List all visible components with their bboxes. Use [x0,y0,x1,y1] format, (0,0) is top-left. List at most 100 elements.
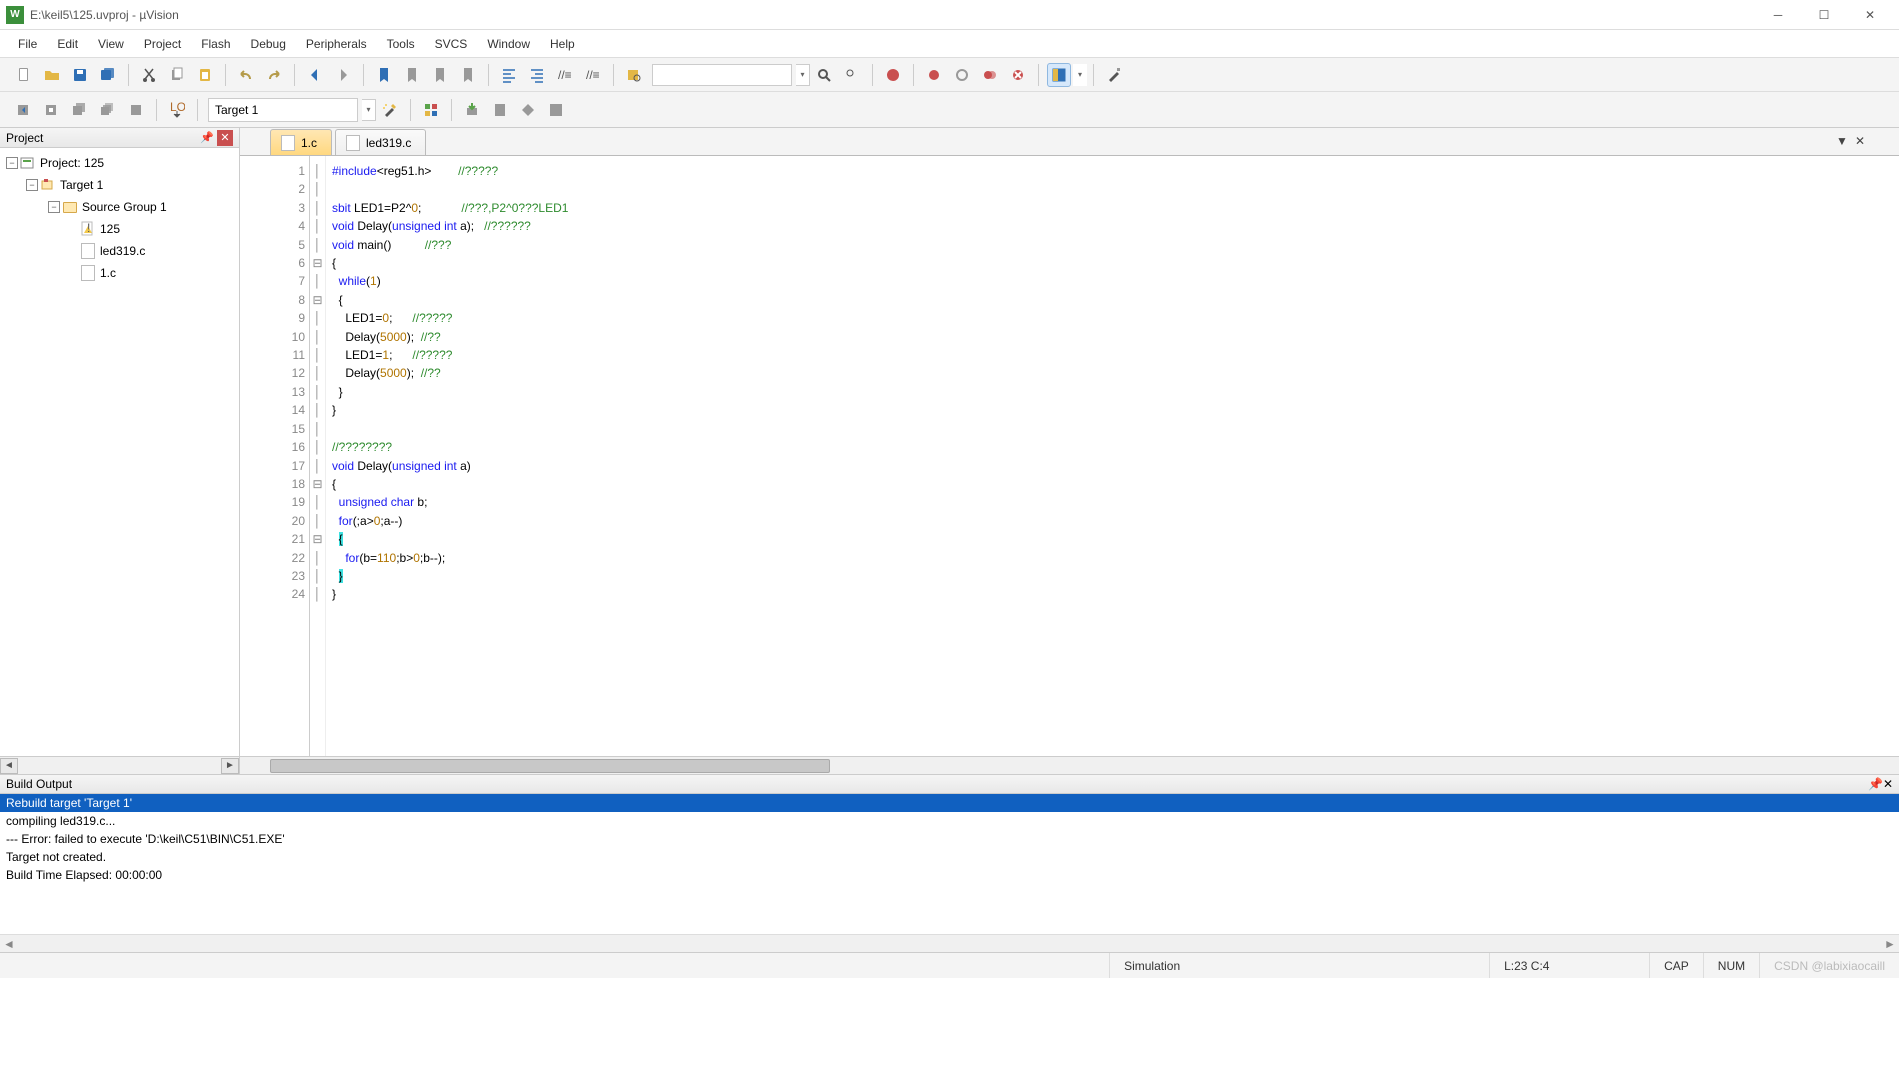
books-icon[interactable] [488,98,512,122]
indent-right-icon[interactable] [525,63,549,87]
project-hscroll[interactable]: ◄ ► [0,756,239,774]
menu-help[interactable]: Help [540,30,585,58]
tree-target[interactable]: − Target 1 [2,174,237,196]
menu-tools[interactable]: Tools [377,30,425,58]
source-text[interactable]: #include<reg51.h> //????? sbit LED1=P2^0… [326,156,1899,756]
menu-peripherals[interactable]: Peripherals [296,30,377,58]
select-software-icon[interactable] [544,98,568,122]
minimize-button[interactable]: ─ [1755,1,1801,29]
code-area[interactable]: 123456789101112131415161718192021222324 … [240,156,1899,756]
build-icon[interactable] [40,98,64,122]
title-bar: W E:\keil5\125.uvproj - µVision ─ ☐ ✕ [0,0,1899,30]
uncomment-icon[interactable]: //≡ [581,63,605,87]
scroll-left-icon[interactable]: ◄ [0,936,18,952]
menu-project[interactable]: Project [134,30,191,58]
rebuild-icon[interactable] [68,98,92,122]
menu-bar: FileEditViewProjectFlashDebugPeripherals… [0,30,1899,58]
nav-back-icon[interactable] [303,63,327,87]
tab-1c[interactable]: 1.c [270,129,332,155]
tree-project-root[interactable]: − Project: 125 [2,152,237,174]
bookmark-clear-icon[interactable] [456,63,480,87]
manage-rtos-icon[interactable] [516,98,540,122]
pin-icon[interactable]: 📌 [1868,777,1883,791]
indent-left-icon[interactable] [497,63,521,87]
expander-icon[interactable]: − [48,201,60,213]
tab-list-icon[interactable]: ▼ [1833,132,1851,150]
breakpoint-killall-icon[interactable] [1006,63,1030,87]
main-toolbar: //≡ //≡ ▾ ▾ [0,58,1899,92]
project-panel-header: Project 📌 ✕ [0,128,239,148]
copy-icon[interactable] [165,63,189,87]
menu-view[interactable]: View [88,30,134,58]
find-next-icon[interactable] [840,63,864,87]
translate-icon[interactable] [12,98,36,122]
scroll-thumb[interactable] [270,759,830,773]
save-icon[interactable] [68,63,92,87]
breakpoint-disable-icon[interactable] [950,63,974,87]
menu-debug[interactable]: Debug [241,30,296,58]
menu-window[interactable]: Window [477,30,540,58]
nav-fwd-icon[interactable] [331,63,355,87]
debug-start-icon[interactable] [881,63,905,87]
save-all-icon[interactable] [96,63,120,87]
tree-file[interactable]: ! 125 [2,218,237,240]
download-icon[interactable]: LOAD [165,98,189,122]
pack-install-icon[interactable] [460,98,484,122]
layout-dropdown-icon[interactable]: ▾ [1073,64,1087,86]
tree-file[interactable]: led319.c [2,240,237,262]
line-gutter: 123456789101112131415161718192021222324 [240,156,310,756]
expander-icon[interactable]: − [6,157,18,169]
window-title: E:\keil5\125.uvproj - µVision [30,8,179,22]
options-target-icon[interactable] [378,98,402,122]
build-output-text[interactable]: Rebuild target 'Target 1'compiling led31… [0,794,1899,934]
target-selector[interactable]: Target 1 [208,98,358,122]
build-output-hscroll[interactable]: ◄ ► [0,934,1899,952]
menu-flash[interactable]: Flash [191,30,240,58]
tab-led319c[interactable]: led319.c [335,129,426,155]
scroll-left-icon[interactable]: ◄ [0,758,18,774]
panel-close-icon[interactable]: ✕ [1883,777,1893,791]
expander-icon[interactable]: − [26,179,38,191]
bookmark-next-icon[interactable] [428,63,452,87]
pin-icon[interactable]: 📌 [199,130,215,146]
editor-hscroll[interactable] [240,756,1899,774]
menu-svcs[interactable]: SVCS [425,30,478,58]
window-layout-icon[interactable] [1047,63,1071,87]
find-dropdown-icon[interactable]: ▾ [796,64,810,86]
maximize-button[interactable]: ☐ [1801,1,1847,29]
tree-file[interactable]: 1.c [2,262,237,284]
bookmark-prev-icon[interactable] [400,63,424,87]
close-button[interactable]: ✕ [1847,1,1893,29]
menu-edit[interactable]: Edit [47,30,88,58]
find-icon[interactable] [812,63,836,87]
build-output-title: Build Output [6,777,72,791]
tab-close-icon[interactable]: ✕ [1851,132,1869,150]
configure-icon[interactable] [1102,63,1126,87]
breakpoint-insert-icon[interactable] [922,63,946,87]
cut-icon[interactable] [137,63,161,87]
open-folder-icon[interactable] [40,63,64,87]
tree-label: Target 1 [60,178,103,192]
tree-source-group[interactable]: − Source Group 1 [2,196,237,218]
redo-icon[interactable] [262,63,286,87]
new-file-icon[interactable] [12,63,36,87]
fold-column[interactable]: │││││⊟│⊟│││││││││⊟││⊟│││ [310,156,326,756]
svg-text:!: ! [87,221,90,235]
project-tree[interactable]: − Project: 125 − Target 1 − Source Group… [0,148,239,756]
panel-close-icon[interactable]: ✕ [217,130,233,146]
stop-build-icon[interactable] [124,98,148,122]
target-dropdown-icon[interactable]: ▾ [362,99,376,121]
tree-label: Source Group 1 [82,200,167,214]
breakpoint-kill-icon[interactable] [978,63,1002,87]
comment-icon[interactable]: //≡ [553,63,577,87]
manage-components-icon[interactable] [419,98,443,122]
scroll-right-icon[interactable]: ► [1881,936,1899,952]
scroll-right-icon[interactable]: ► [221,758,239,774]
menu-file[interactable]: File [8,30,47,58]
bookmark-toggle-icon[interactable] [372,63,396,87]
batch-build-icon[interactable] [96,98,120,122]
paste-icon[interactable] [193,63,217,87]
undo-icon[interactable] [234,63,258,87]
find-input[interactable] [652,64,792,86]
find-in-files-icon[interactable] [622,63,646,87]
